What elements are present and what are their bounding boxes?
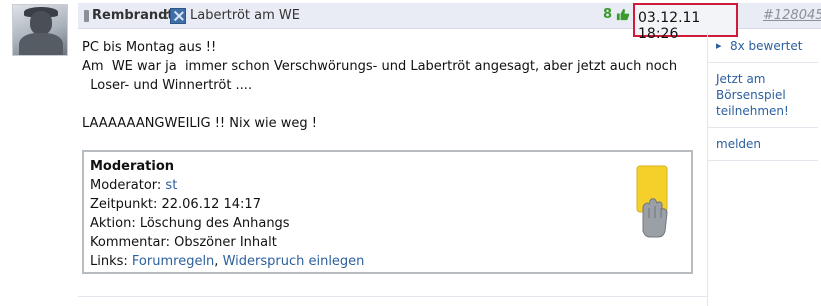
- post-number-link[interactable]: #128045: [763, 8, 821, 23]
- post-line: Loser- und Winnertröt ....: [82, 78, 253, 93]
- sidebar-rule: [708, 160, 818, 161]
- rating-count: 8: [603, 7, 613, 22]
- moderation-title: Moderation: [90, 159, 175, 174]
- stock-game-link[interactable]: Jetzt am Börsenspiel teilnehmen!: [716, 71, 821, 119]
- thumbs-up-icon[interactable]: [615, 7, 630, 22]
- moderator-label: Moderator:: [90, 178, 166, 193]
- board-icon: [170, 8, 186, 24]
- thread-title[interactable]: Labertröt am WE: [190, 8, 300, 23]
- yellow-card-icon: [636, 165, 668, 238]
- moderation-comment: Kommentar: Obszöner Inhalt: [90, 235, 277, 250]
- stock-game-line: Jetzt am: [716, 72, 766, 86]
- moderation-time: Zeitpunkt: 22.06.12 14:17: [90, 197, 261, 212]
- report-link[interactable]: melden: [716, 136, 821, 152]
- sidebar-rule: [708, 62, 818, 63]
- post-line: LAAAAAANGWEILIG !! Nix wie weg !: [82, 116, 318, 131]
- avatar-body: [19, 33, 63, 55]
- rated-link[interactable]: 8x bewertet: [716, 38, 821, 54]
- author-colon: :: [165, 8, 170, 23]
- post-line: PC bis Montag aus !!: [82, 40, 217, 55]
- moderation-box: Moderation Moderator: st Zeitpunkt: 22.0…: [82, 150, 693, 274]
- post-header: Rembrandt : Labertröt am WE 8 03.12.11 1…: [78, 3, 821, 42]
- drag-handle-icon: [84, 10, 89, 22]
- objection-link[interactable]: Widerspruch einlegen: [223, 254, 365, 269]
- links-label: Links:: [90, 254, 132, 269]
- avatar-head: [30, 11, 52, 35]
- links-separator: ,: [214, 254, 223, 269]
- post-date: 03.12.11 18:26: [633, 3, 738, 42]
- stock-game-line: teilnehmen!: [716, 104, 789, 118]
- sidebar-rule: [708, 127, 818, 128]
- moderator-line: Moderator: st: [90, 176, 691, 195]
- moderation-action: Aktion: Löschung des Anhangs: [90, 216, 290, 231]
- moderator-link[interactable]: st: [165, 178, 177, 193]
- post-sidebar: 8x bewertet Jetzt am Börsenspiel teilneh…: [708, 38, 821, 169]
- sidebar-divider: [707, 32, 708, 306]
- forum-rules-link[interactable]: Forumregeln: [132, 254, 214, 269]
- post-body: PC bis Montag aus !! Am WE war ja immer …: [82, 38, 702, 133]
- post-line: Am WE war ja immer schon Verschwörungs- …: [82, 59, 678, 74]
- stock-game-line: Börsenspiel: [716, 88, 786, 102]
- avatar[interactable]: [12, 4, 68, 56]
- author-name[interactable]: Rembrandt: [92, 8, 174, 23]
- moderation-links: Links: Forumregeln, Widerspruch einlegen: [90, 252, 691, 271]
- post-bottom-rule: [78, 296, 707, 297]
